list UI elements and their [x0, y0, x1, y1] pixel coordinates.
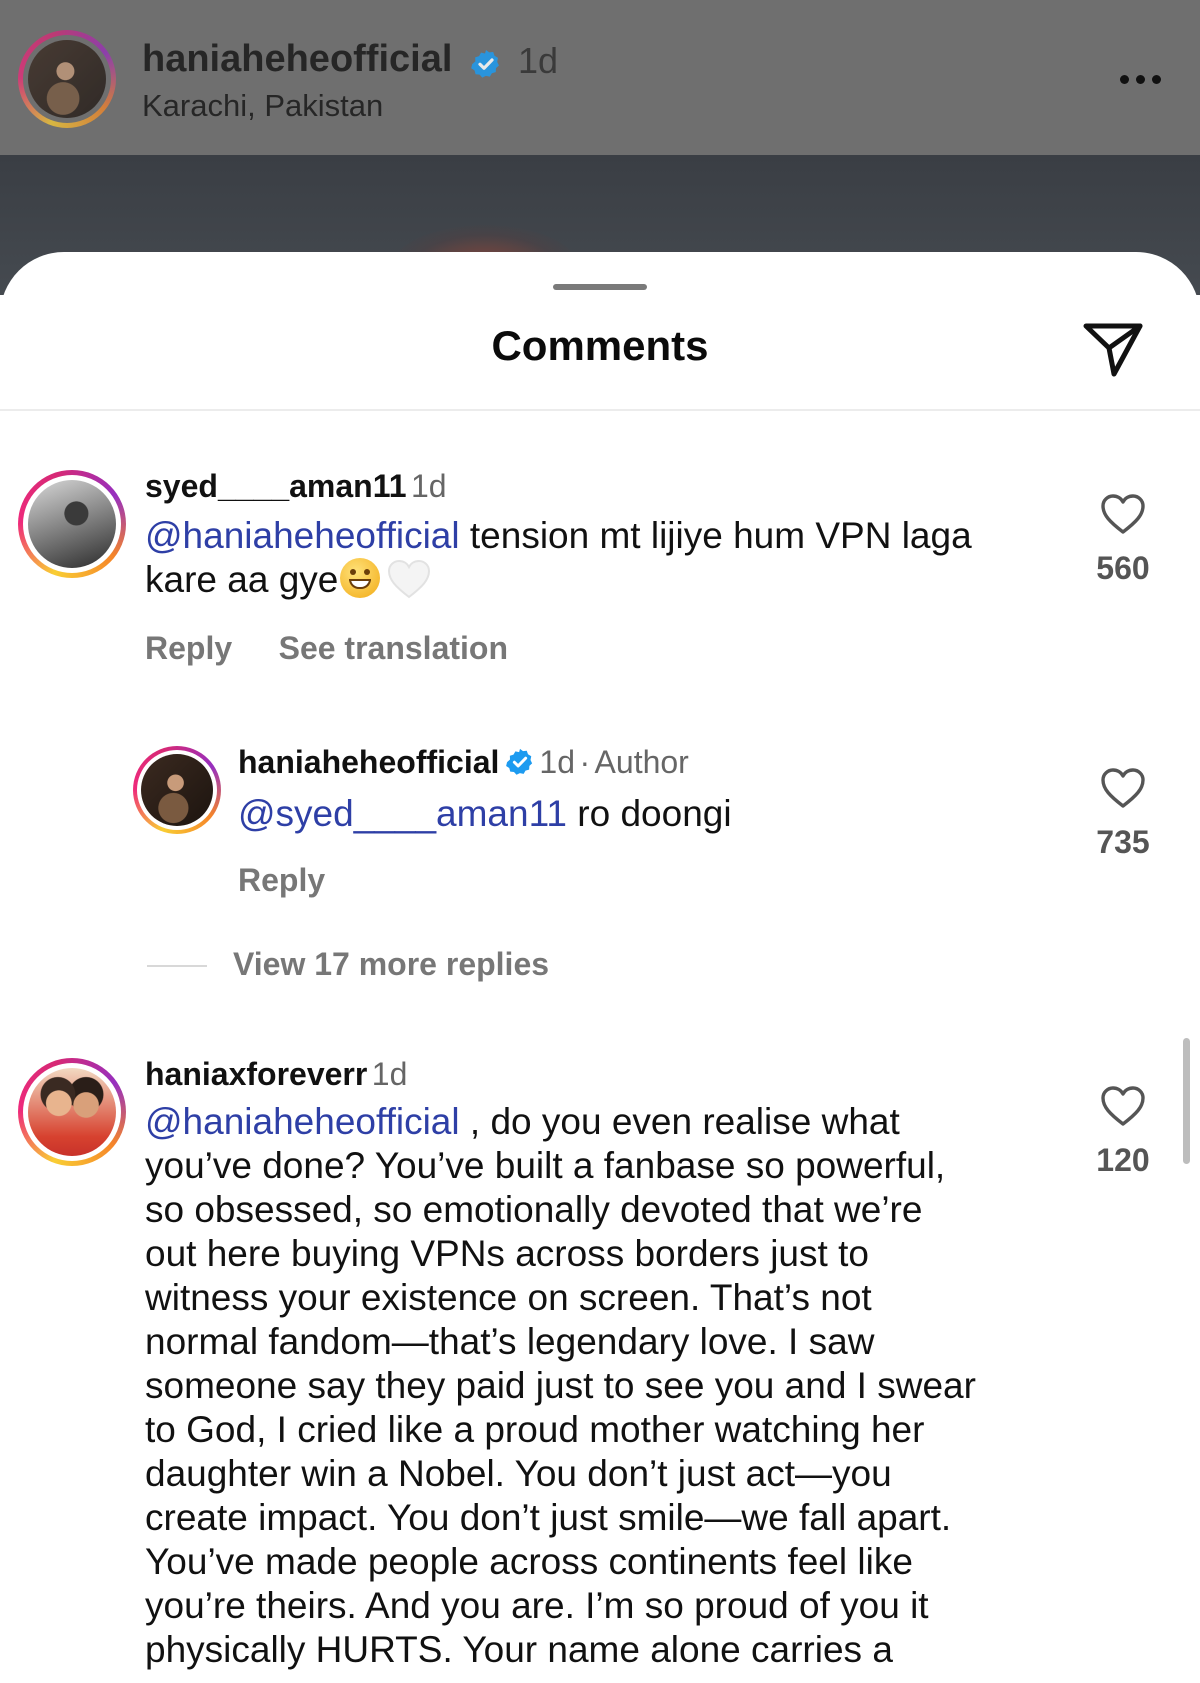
reply-button[interactable]: Reply	[238, 862, 325, 898]
heart-icon[interactable]	[1099, 1084, 1147, 1128]
sheet-divider	[0, 409, 1200, 411]
heart-icon[interactable]	[1099, 492, 1147, 536]
heart-icon[interactable]	[1099, 766, 1147, 810]
comment-line: daughter win a Nobel. You don’t just act…	[145, 1453, 892, 1494]
more-horizontal-icon[interactable]	[1116, 60, 1166, 100]
comment-text: @haniaheheofficial tension mt lijiye hum…	[145, 514, 1055, 602]
reply-username[interactable]: haniaheheofficial	[238, 744, 499, 780]
like-control: 560	[1063, 492, 1183, 587]
comment-line: normal fandom—that’s legendary love. I s…	[145, 1321, 875, 1362]
reply-header: haniaheheofficial 1d · Author	[238, 744, 689, 781]
reply-text: @syed____aman11 ro doongi	[238, 792, 1038, 836]
comment-line: you’ve done? You’ve built a fanbase so p…	[145, 1145, 946, 1186]
commenter-avatar[interactable]	[18, 1058, 126, 1166]
see-translation-button[interactable]: See translation	[279, 630, 508, 666]
sheet-title: Comments	[491, 322, 709, 369]
scrollbar[interactable]	[1183, 1038, 1190, 1164]
comment-username[interactable]: syed____aman11	[145, 468, 407, 504]
verified-badge-icon	[506, 748, 533, 775]
sheet-drag-handle[interactable]	[553, 284, 647, 290]
comment-line: someone say they paid just to see you an…	[145, 1365, 976, 1406]
like-control: 735	[1063, 766, 1183, 861]
comment-line: You’ve made people across continents fee…	[145, 1541, 913, 1582]
comment-line: witness your existence on screen. That’s…	[145, 1277, 872, 1318]
comment-line: physically HURTS. Your name alone carrie…	[145, 1629, 893, 1670]
view-replies-divider	[147, 965, 207, 967]
comment-mention[interactable]: @haniaheheofficial	[145, 1101, 460, 1142]
comment-line: out here buying VPNs across borders just…	[145, 1233, 869, 1274]
like-count: 735	[1096, 824, 1150, 860]
comment-line: to God, I cried like a proud mother watc…	[145, 1409, 925, 1450]
comment-time: 1d	[371, 1056, 408, 1092]
post-time: 1d	[518, 40, 559, 81]
reply-actions: Reply	[238, 862, 325, 899]
comment-text: @haniaheheofficial , do you even realise…	[145, 1100, 1065, 1672]
reply-time: 1d	[539, 744, 575, 780]
comment-header: syed____aman11 1d	[145, 468, 447, 505]
comment-header: haniaxforeverr 1d	[145, 1056, 407, 1093]
commenter-avatar[interactable]	[18, 470, 126, 578]
post-author-avatar[interactable]	[18, 30, 116, 128]
like-count: 120	[1096, 1142, 1150, 1178]
comment-username[interactable]: haniaxforeverr	[145, 1056, 367, 1092]
comment-line: so obsessed, so emotionally devoted that…	[145, 1189, 923, 1230]
view-more-replies-button[interactable]: View 17 more replies	[233, 946, 549, 983]
paper-plane-icon[interactable]	[1080, 318, 1146, 380]
like-count: 560	[1096, 550, 1150, 586]
comment-line: @haniaheheofficial , do you even realise…	[145, 1100, 1065, 1144]
reply-mention[interactable]: @syed____aman11	[238, 793, 567, 834]
comment-body-line2: kare aa gye	[145, 559, 339, 600]
comment-mention[interactable]: @haniaheheofficial	[145, 515, 460, 556]
comment-body: , do you even realise what	[459, 1101, 900, 1142]
reply-author-avatar[interactable]	[133, 746, 221, 834]
comment-time: 1d	[411, 468, 447, 504]
author-label: Author	[594, 744, 689, 780]
comments-sheet: Comments syed____aman11 1d @haniaheheoff…	[0, 252, 1200, 1683]
comment-line: create impact. You don’t just smile—we f…	[145, 1497, 952, 1538]
comment-body: tension mt lijiye hum VPN laga	[459, 515, 972, 556]
reply-button[interactable]: Reply	[145, 630, 232, 666]
reply-body: ro doongi	[567, 793, 732, 834]
post-location[interactable]: Karachi, Pakistan	[142, 88, 383, 124]
white-heart-emoji	[388, 559, 431, 599]
comment-actions: Reply See translation	[145, 630, 508, 667]
separator-dot: ·	[579, 744, 591, 780]
grinning-face-emoji	[340, 558, 381, 598]
verified-badge-icon	[471, 50, 499, 78]
like-control: 120	[1063, 1084, 1183, 1179]
comment-line: you’re theirs. And you are. I’m so proud…	[145, 1585, 929, 1626]
post-header: haniaheheofficial 1d Karachi, Pakistan	[0, 0, 1200, 155]
post-author-username[interactable]: haniaheheofficial	[142, 38, 452, 81]
